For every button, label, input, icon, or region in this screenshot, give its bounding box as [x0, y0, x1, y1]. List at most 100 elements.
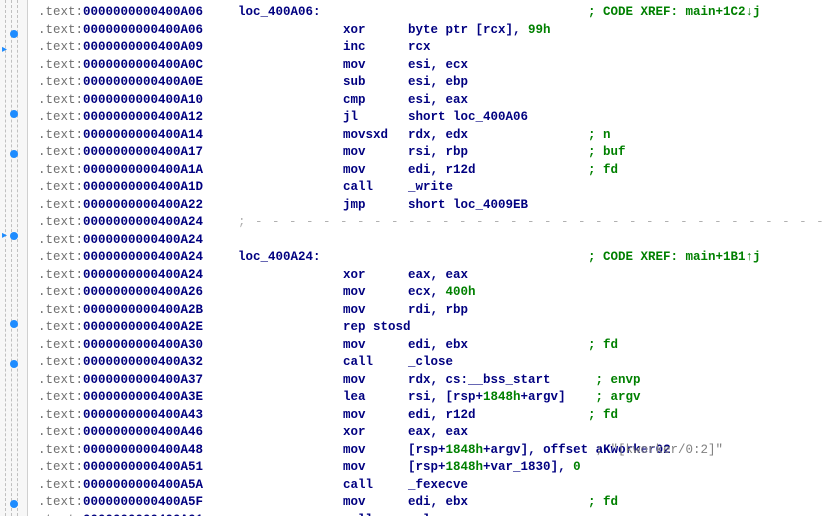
gutter-dot[interactable] — [10, 320, 18, 328]
comment: ; n — [588, 127, 611, 145]
label: loc_400A24: — [238, 249, 343, 267]
disasm-line[interactable]: .text:0000000000400A46 xoreax, eax — [38, 424, 830, 442]
address-prefix: .text:0000000000400A17 — [38, 144, 238, 162]
mnemonic — [343, 232, 408, 250]
mnemonic: mov — [343, 459, 408, 477]
gutter-dot[interactable] — [10, 30, 18, 38]
disasm-line[interactable]: .text:0000000000400A32 call_close — [38, 354, 830, 372]
gutter-guide — [17, 0, 18, 516]
comment: ; fd — [588, 337, 618, 355]
disasm-line[interactable]: .text:0000000000400A30 movedi, ebx; fd — [38, 337, 830, 355]
gutter-arrow-icon[interactable]: ▸ — [2, 232, 7, 242]
address-prefix: .text:0000000000400A10 — [38, 92, 238, 110]
disasm-line[interactable]: .text:0000000000400A43 movedi, r12d; fd — [38, 407, 830, 425]
mnemonic: sub — [343, 74, 408, 92]
label — [238, 179, 343, 197]
disasm-line[interactable]: .text:0000000000400A0E subesi, ebp — [38, 74, 830, 92]
disasm-line[interactable]: .text:0000000000400A5A call_fexecve — [38, 477, 830, 495]
mnemonic: lea — [343, 389, 408, 407]
gutter-dot[interactable] — [10, 500, 18, 508]
disasm-line[interactable]: .text:0000000000400A37 movrdx, cs:__bss_… — [38, 372, 830, 390]
operands: rsi, rbp — [408, 144, 588, 162]
mnemonic: xor — [343, 22, 408, 40]
disasm-line[interactable]: .text:0000000000400A5F movedi, ebx; fd — [38, 494, 830, 512]
operands — [408, 4, 588, 22]
label — [238, 74, 343, 92]
disasm-line[interactable]: .text:0000000000400A48 mov[rsp+1848h+arg… — [38, 442, 830, 460]
address-prefix: .text:0000000000400A1D — [38, 179, 238, 197]
label — [238, 144, 343, 162]
label — [238, 127, 343, 145]
gutter-dot[interactable] — [10, 110, 18, 118]
disasm-line[interactable]: .text:0000000000400A10 cmpesi, eax — [38, 92, 830, 110]
disasm-line[interactable]: .text:0000000000400A06 loc_400A06:; CODE… — [38, 4, 830, 22]
disasm-line[interactable]: .text:0000000000400A61 call_close — [38, 512, 830, 516]
label — [238, 372, 343, 390]
label — [238, 424, 343, 442]
mnemonic: cmp — [343, 92, 408, 110]
disasm-line[interactable]: .text:0000000000400A1A movedi, r12d; fd — [38, 162, 830, 180]
operands: esi, ebp — [408, 74, 588, 92]
operands — [408, 319, 588, 337]
gutter-dot[interactable] — [10, 360, 18, 368]
address-prefix: .text:0000000000400A22 — [38, 197, 238, 215]
operands: _close — [408, 512, 588, 516]
address-prefix: .text:0000000000400A0E — [38, 74, 238, 92]
disasm-line[interactable]: .text:0000000000400A3E learsi, [rsp+1848… — [38, 389, 830, 407]
disasm-line[interactable]: .text:0000000000400A06 xorbyte ptr [rcx]… — [38, 22, 830, 40]
label — [238, 22, 343, 40]
disasm-line[interactable]: .text:0000000000400A09 incrcx — [38, 39, 830, 57]
address-prefix: .text:0000000000400A3E — [38, 389, 238, 407]
disasm-line[interactable]: .text:0000000000400A2B movrdi, rbp — [38, 302, 830, 320]
gutter-dot[interactable] — [10, 232, 18, 240]
comment: ; argv — [588, 389, 641, 407]
disasm-line[interactable]: .text:0000000000400A12 jlshort loc_400A0… — [38, 109, 830, 127]
comment: ; fd — [588, 494, 618, 512]
address-prefix: .text:0000000000400A26 — [38, 284, 238, 302]
mnemonic: call — [343, 477, 408, 495]
disasm-line[interactable]: .text:0000000000400A14 movsxdrdx, edx; n — [38, 127, 830, 145]
label — [238, 92, 343, 110]
gutter-dot[interactable] — [10, 150, 18, 158]
label — [238, 232, 343, 250]
disasm-line[interactable]: .text:0000000000400A0C movesi, ecx — [38, 57, 830, 75]
disasm-line[interactable]: .text:0000000000400A24 loc_400A24:; CODE… — [38, 249, 830, 267]
address-prefix: .text:0000000000400A51 — [38, 459, 238, 477]
operands: rdx, edx — [408, 127, 588, 145]
disasm-line[interactable]: .text:0000000000400A1D call_write — [38, 179, 830, 197]
address-prefix: .text:0000000000400A0C — [38, 57, 238, 75]
disassembly-view[interactable]: .text:0000000000400A06 loc_400A06:; CODE… — [28, 0, 830, 516]
label — [238, 494, 343, 512]
gutter-guide — [11, 0, 12, 516]
operands — [408, 249, 588, 267]
label: loc_400A06: — [238, 4, 343, 22]
disasm-line[interactable]: .text:0000000000400A24 — [38, 232, 830, 250]
label — [238, 389, 343, 407]
comment: ; buf — [588, 144, 626, 162]
operands: edi, r12d — [408, 162, 588, 180]
disasm-line[interactable]: .text:0000000000400A2E rep stosd — [38, 319, 830, 337]
disasm-line[interactable]: .text:0000000000400A22 jmpshort loc_4009… — [38, 197, 830, 215]
gutter-guide — [5, 0, 6, 516]
gutter-arrow-icon[interactable]: ▸ — [2, 46, 7, 56]
address-prefix: .text:0000000000400A2B — [38, 302, 238, 320]
operands: [rsp+1848h+var_1830], 0 — [408, 459, 588, 477]
operands: short loc_400A06 — [408, 109, 588, 127]
disasm-line[interactable]: .text:0000000000400A17 movrsi, rbp; buf — [38, 144, 830, 162]
disasm-line[interactable]: .text:0000000000400A24 xoreax, eax — [38, 267, 830, 285]
label — [238, 284, 343, 302]
mnemonic: mov — [343, 337, 408, 355]
label — [238, 442, 343, 460]
disasm-line[interactable]: .text:0000000000400A51 mov[rsp+1848h+var… — [38, 459, 830, 477]
address-prefix: .text:0000000000400A09 — [38, 39, 238, 57]
address-prefix: .text:0000000000400A32 — [38, 354, 238, 372]
label — [238, 477, 343, 495]
disasm-line[interactable]: .text:0000000000400A24 ; - - - - - - - -… — [38, 214, 830, 232]
label — [238, 197, 343, 215]
mnemonic: mov — [343, 302, 408, 320]
disasm-line[interactable]: .text:0000000000400A26 movecx, 400h — [38, 284, 830, 302]
operands: edi, r12d — [408, 407, 588, 425]
comment: ; envp — [588, 372, 641, 390]
label — [238, 319, 343, 337]
operands: esi, ecx — [408, 57, 588, 75]
